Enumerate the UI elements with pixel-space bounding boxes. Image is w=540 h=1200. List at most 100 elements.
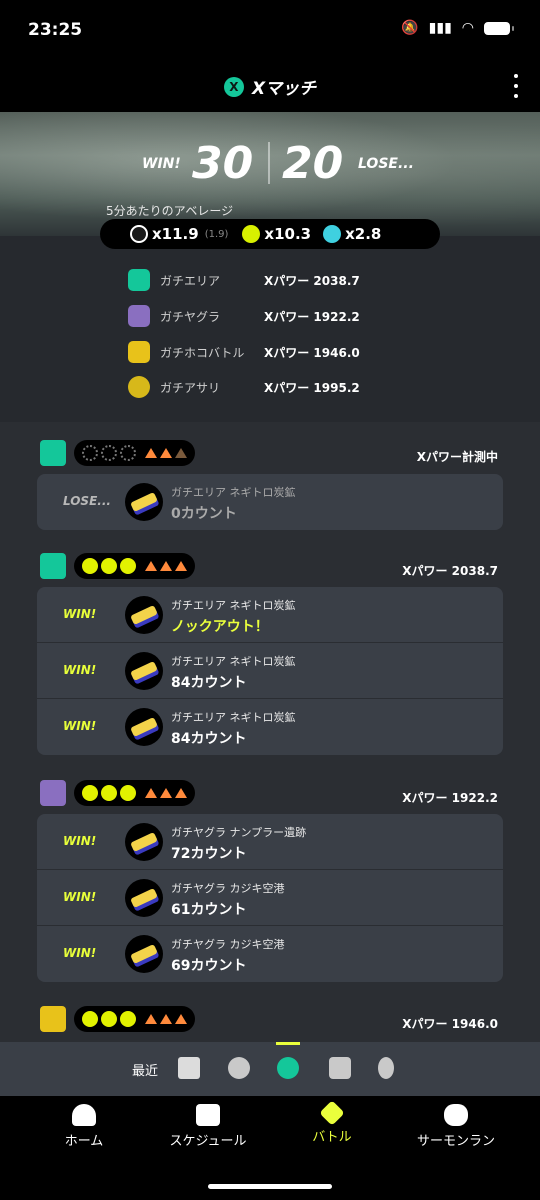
win-icon [120, 558, 136, 574]
splat-zones-icon [40, 440, 66, 466]
average-stats-pill: x11.9 (1.9) x10.3 x2.8 [100, 219, 440, 249]
weapon-icon [125, 652, 163, 690]
splat-zones-icon [128, 269, 150, 291]
match-stage: ガチヤグラ カジキ空港 [171, 938, 285, 951]
score-divider [268, 142, 270, 184]
weapon-icon [125, 596, 163, 634]
salmon-run-icon [444, 1104, 468, 1126]
clam-blitz-icon [128, 376, 150, 398]
tab-schedule[interactable]: スケジュール [148, 1104, 268, 1149]
private-icon[interactable] [329, 1057, 351, 1079]
win-icon [101, 1011, 117, 1027]
up-arrow-icon [175, 788, 187, 798]
match-result: WIN! [63, 663, 97, 677]
series-power: Xパワー 2038.7 [402, 564, 498, 578]
page-title: Xマッチ [251, 79, 317, 99]
tab-salmon-run[interactable]: サーモンラン [396, 1104, 516, 1149]
match-card: WIN! ガチエリア ネギトロ炭鉱 ノックアウト！ WIN! ガチエリア ネギト… [37, 587, 503, 755]
match-result: WIN! [63, 834, 97, 848]
match-row[interactable]: WIN! ガチエリア ネギトロ炭鉱 84カウント [37, 643, 503, 699]
average-label: 5分あたりのアベレージ [106, 204, 234, 218]
up-arrow-icon [160, 788, 172, 798]
up-arrow-icon [160, 1014, 172, 1024]
match-stage: ガチエリア ネギトロ炭鉱 [171, 486, 296, 499]
squid-icon [72, 1104, 96, 1126]
assist-value: (1.9) [204, 228, 229, 240]
battle-all-icon[interactable] [178, 1057, 200, 1079]
series-progress [74, 780, 195, 806]
win-icon [82, 785, 98, 801]
match-row[interactable]: WIN! ガチエリア ネギトロ炭鉱 ノックアウト！ [37, 587, 503, 643]
up-arrow-icon [145, 788, 157, 798]
splat-zones-icon [40, 553, 66, 579]
match-stage: ガチエリア ネギトロ炭鉱 [171, 655, 296, 668]
series-power: Xパワー 1922.2 [402, 791, 498, 805]
win-icon [120, 1011, 136, 1027]
recent-filter-bar: 最近 [0, 1042, 540, 1096]
lose-label: LOSE... [358, 156, 414, 172]
match-stage: ガチヤグラ ナンプラー遺跡 [171, 826, 307, 839]
series-progress [74, 440, 195, 466]
match-stage: ガチヤグラ カジキ空港 [171, 882, 285, 895]
series-power: Xパワー計測中 [416, 450, 498, 464]
win-icon [82, 1011, 98, 1027]
signal-icon: ▮▮▮ [428, 20, 452, 36]
win-icon [101, 558, 117, 574]
match-stage: ガチエリア ネギトロ炭鉱 [171, 599, 296, 612]
up-arrow-icon [160, 448, 172, 458]
status-icons: 🔕 ▮▮▮ ◠ [401, 20, 514, 36]
death-icon [242, 225, 261, 243]
salmon-icon[interactable] [378, 1057, 394, 1079]
match-count: 72カウント [171, 846, 247, 862]
weapon-icon [125, 483, 163, 521]
mute-icon: 🔕 [401, 20, 419, 36]
series-progress [74, 1006, 195, 1032]
match-row[interactable]: LOSE... ガチエリア ネギトロ炭鉱 0カウント [37, 474, 503, 530]
match-count: 61カウント [171, 902, 247, 918]
up-arrow-icon [145, 1014, 157, 1024]
special-icon [323, 225, 342, 243]
mode-row-clam-blitz: ガチアサリ Xパワー 1995.2 [128, 375, 360, 399]
rainmaker-icon [40, 1006, 66, 1032]
up-arrow-icon [145, 448, 157, 458]
match-result: WIN! [63, 946, 97, 960]
tower-control-icon [128, 305, 150, 327]
app-header: X Xマッチ [0, 60, 540, 112]
weapon-icon [125, 823, 163, 861]
win-count: 30 [192, 138, 254, 189]
status-bar: 23:25 🔕 ▮▮▮ ◠ [0, 0, 540, 60]
win-icon [101, 785, 117, 801]
match-stage: ガチエリア ネギトロ炭鉱 [171, 711, 296, 724]
tab-battle[interactable]: バトル [272, 1100, 392, 1145]
anarchy-icon[interactable] [228, 1057, 250, 1079]
battery-icon [484, 21, 514, 35]
summary-banner [0, 112, 540, 236]
up-arrow-icon [160, 561, 172, 571]
match-row[interactable]: WIN! ガチエリア ネギトロ炭鉱 84カウント [37, 699, 503, 755]
battle-icon [319, 1100, 345, 1126]
up-arrow-icon [175, 1014, 187, 1024]
match-count: 84カウント [171, 675, 247, 691]
match-count: ノックアウト！ [171, 619, 269, 635]
recent-label[interactable]: 最近 [132, 1060, 158, 1079]
mode-row-splat-zones: ガチエリア Xパワー 2038.7 [128, 268, 360, 292]
tab-home[interactable]: ホーム [24, 1104, 144, 1149]
match-result: WIN! [63, 719, 97, 733]
kill-assist-value: x11.9 [152, 225, 199, 243]
match-row[interactable]: WIN! ガチヤグラ カジキ空港 61カウント [37, 870, 503, 926]
series-header [40, 778, 195, 808]
death-value: x10.3 [264, 225, 312, 243]
match-row[interactable]: WIN! ガチヤグラ ナンプラー遺跡 72カウント [37, 814, 503, 870]
mode-row-tower-control: ガチヤグラ Xパワー 1922.2 [128, 304, 360, 328]
empty-win-icon [82, 445, 98, 461]
match-row[interactable]: WIN! ガチヤグラ カジキ空港 69カウント [37, 926, 503, 982]
match-card: WIN! ガチヤグラ ナンプラー遺跡 72カウント WIN! ガチヤグラ カジキ… [37, 814, 503, 982]
series-header [40, 1004, 195, 1034]
up-arrow-icon [145, 561, 157, 571]
active-filter-indicator [276, 1042, 300, 1045]
calendar-icon [196, 1104, 220, 1126]
more-menu-icon[interactable] [510, 74, 522, 98]
x-match-icon[interactable] [277, 1057, 299, 1079]
crossed-arrow-icon [175, 448, 187, 458]
match-card: LOSE... ガチエリア ネギトロ炭鉱 0カウント [37, 474, 503, 530]
